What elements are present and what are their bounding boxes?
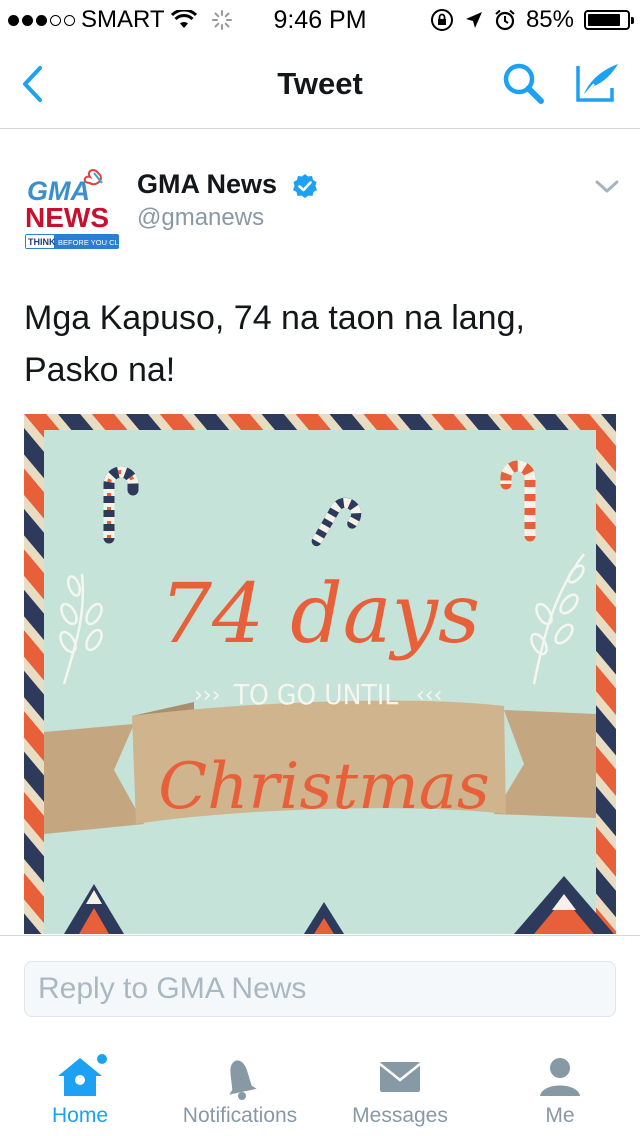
- graphic-headline: 74 days: [160, 567, 480, 662]
- compose-icon[interactable]: [572, 60, 622, 106]
- avatar[interactable]: GMA NEWS THINK BEFORE YOU CLICK: [24, 169, 120, 253]
- tweet-text: Mga Kapuso, 74 na taon na lang, Pasko na…: [24, 299, 525, 389]
- reply-area: [0, 935, 640, 1042]
- tab-notifications[interactable]: Notifications: [160, 1042, 320, 1136]
- tab-notifications-label: Notifications: [182, 1104, 298, 1127]
- avatar-tagline-b: BEFORE YOU CLICK: [58, 238, 120, 247]
- avatar-tagline-a: THINK: [28, 237, 56, 247]
- tab-me[interactable]: Me: [480, 1042, 640, 1136]
- envelope-icon: [379, 1062, 421, 1092]
- tab-messages[interactable]: Messages: [320, 1042, 480, 1136]
- battery-percent: 85%: [525, 6, 574, 33]
- status-right: 85%: [430, 6, 634, 34]
- graphic-subline: TO GO UNTIL: [233, 678, 399, 711]
- arrows-left-decoration: ‹‹‹: [416, 683, 442, 708]
- location-arrow-icon: [465, 12, 482, 28]
- battery-icon: [584, 10, 634, 30]
- tab-me-label: Me: [545, 1104, 575, 1127]
- author-name[interactable]: GMA News: [137, 169, 277, 200]
- tweet-media-image[interactable]: 74 days TO GO UNTIL ››› ‹‹‹ Christmas: [24, 414, 616, 934]
- tab-home-label: Home: [51, 1104, 109, 1127]
- arrows-right-decoration: ›››: [194, 683, 220, 708]
- tab-bar: Home Notifications Messages Me: [0, 1042, 640, 1136]
- christmas-countdown-graphic: 74 days TO GO UNTIL ››› ‹‹‹ Christmas: [24, 414, 616, 934]
- search-icon[interactable]: [500, 60, 546, 106]
- verified-badge-icon: [293, 174, 317, 198]
- navigation-bar: Tweet: [0, 40, 640, 129]
- home-icon: [58, 1054, 107, 1096]
- alarm-clock-icon: [495, 9, 515, 31]
- status-bar: SMART 9:46 PM 85%: [0, 0, 640, 40]
- author-handle[interactable]: @gmanews: [137, 204, 264, 232]
- person-icon: [540, 1058, 580, 1096]
- reply-input[interactable]: [24, 961, 616, 1017]
- rotation-lock-icon: [430, 9, 453, 31]
- tab-home[interactable]: Home: [0, 1042, 160, 1136]
- bell-icon: [229, 1060, 257, 1100]
- tweet-author: GMA NEWS THINK BEFORE YOU CLICK GMA News…: [0, 165, 640, 255]
- avatar-logo-line2: NEWS: [25, 202, 109, 233]
- tab-messages-label: Messages: [352, 1104, 448, 1127]
- chevron-down-icon[interactable]: [592, 177, 622, 197]
- graphic-banner-text: Christmas: [158, 750, 490, 824]
